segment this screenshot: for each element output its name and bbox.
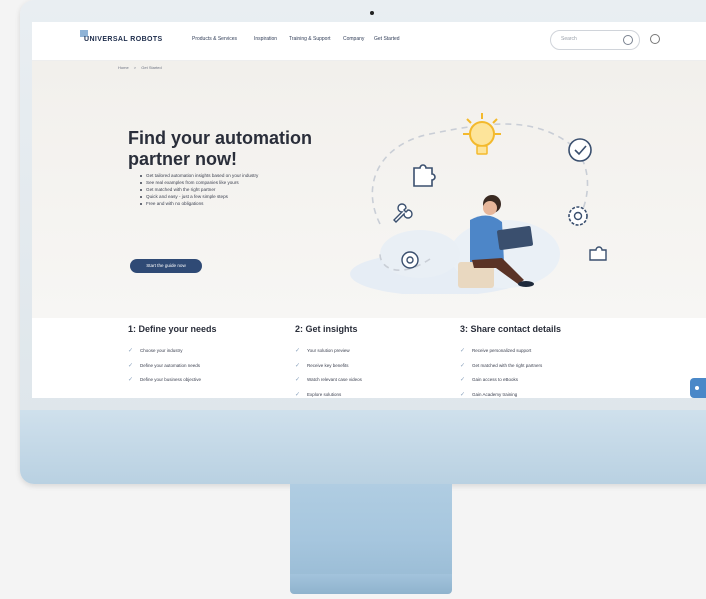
chat-widget-button[interactable]: [690, 378, 706, 398]
nav-item-training[interactable]: Training & Support: [289, 36, 331, 42]
step-list: Receive personalized support Get matched…: [460, 344, 610, 398]
step-define-needs: 1: Define your needs Choose your industr…: [128, 324, 278, 388]
nav-item-products[interactable]: Products & Services: [192, 36, 237, 42]
step-title: 2: Get insights: [295, 324, 358, 334]
step-share-contact: 3: Share contact details Receive persona…: [460, 324, 610, 398]
list-item: Explore solutions: [295, 388, 445, 399]
list-item: Receive key benefits: [295, 359, 445, 374]
search-icon[interactable]: [623, 35, 633, 45]
nav-item-get-started[interactable]: Get Started: [374, 36, 400, 42]
list-item: Get matched with the right partner: [140, 186, 290, 193]
breadcrumb: Home > Get Started: [118, 65, 166, 70]
brand-logo[interactable]: UNIVERSAL ROBOTS: [84, 36, 163, 43]
list-item: Get matched with the right partners: [460, 359, 610, 374]
list-item: Free and with no obligations: [140, 200, 290, 207]
start-guide-button[interactable]: Start the guide now: [130, 259, 202, 273]
wrench-icon: [393, 203, 413, 223]
puzzle-icon: [589, 246, 607, 261]
list-item: Receive personalized support: [460, 344, 610, 359]
nav-item-company[interactable]: Company: [343, 36, 364, 42]
top-nav: UNIVERSAL ROBOTS Products & Services Ins…: [32, 22, 706, 61]
list-item: Define your business objective: [128, 373, 278, 388]
shield-check-icon: [568, 138, 592, 162]
camera-dot: [370, 11, 374, 15]
nav-item-inspiration[interactable]: Inspiration: [254, 36, 277, 42]
breadcrumb-current: Get Started: [141, 65, 162, 70]
lightbulb-icon: [463, 113, 501, 155]
step-title: 3: Share contact details: [460, 324, 562, 334]
step-list: Choose your industry Define your automat…: [128, 344, 278, 388]
list-item: Define your automation needs: [128, 359, 278, 374]
list-item: Gain access to eBooks: [460, 373, 610, 388]
location-icon: [401, 251, 419, 269]
list-item: Watch relevant case videos: [295, 373, 445, 388]
step-title: 1: Define your needs: [128, 324, 217, 334]
breadcrumb-separator: >: [133, 65, 137, 70]
list-item: Your solution preview: [295, 344, 445, 359]
page-title: Find your automation partner now!: [128, 128, 312, 169]
search-input[interactable]: Search: [550, 30, 640, 50]
chat-icon: [695, 386, 699, 390]
breadcrumb-home[interactable]: Home: [118, 65, 129, 70]
hero-illustration: [350, 113, 607, 294]
list-item: Choose your industry: [128, 344, 278, 359]
screen: UNIVERSAL ROBOTS Products & Services Ins…: [32, 22, 706, 398]
gear-icon: [568, 206, 588, 226]
search-placeholder: Search: [561, 36, 577, 42]
hero-bullet-list: Get tailored automation insights based o…: [140, 172, 290, 207]
monitor-stand-base: [290, 574, 452, 594]
list-item: Quick and easy - just a few simple steps: [140, 193, 290, 200]
list-item: Gain Academy training: [460, 388, 610, 399]
monitor-stand: [290, 484, 452, 576]
list-item: Get tailored automation insights based o…: [140, 172, 290, 179]
step-list: Your solution preview Receive key benefi…: [295, 344, 445, 398]
globe-icon[interactable]: [650, 34, 660, 44]
monitor-chin: [20, 410, 706, 484]
puzzle-icon: [413, 164, 436, 187]
step-get-insights: 2: Get insights Your solution preview Re…: [295, 324, 445, 398]
list-item: See real examples from companies like yo…: [140, 179, 290, 186]
